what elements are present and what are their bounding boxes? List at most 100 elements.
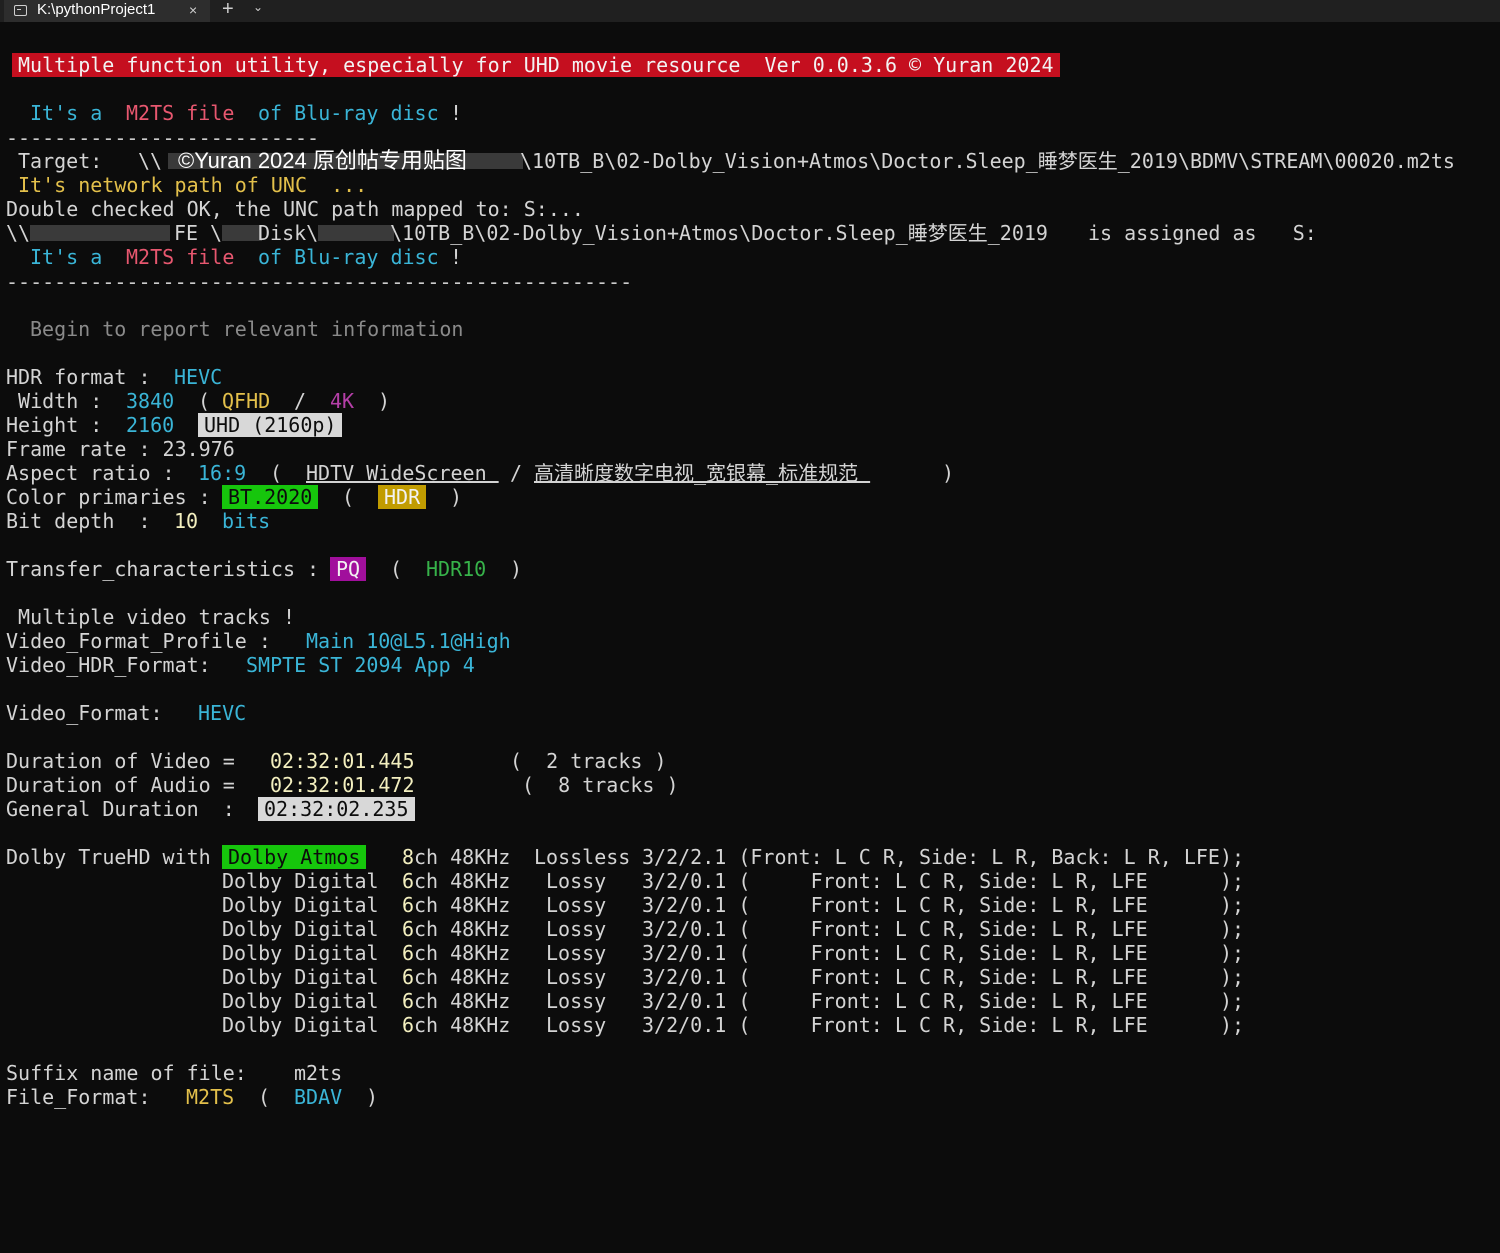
bit-depth-unit: bits — [222, 509, 271, 533]
color-primaries-badge: BT.2020 — [222, 485, 319, 509]
audio-compression: Lossy — [546, 941, 607, 965]
audio-codec: Dolby Digital — [222, 917, 379, 941]
audio-layout: 3/2/0.1 ( Front: L C R, Side: L R, LFE )… — [642, 941, 1245, 965]
audio-channels: 8 — [402, 845, 415, 869]
suffix-label: Suffix name of file: — [6, 1061, 247, 1085]
paren: ) — [366, 1085, 379, 1109]
video-format-value: HEVC — [198, 701, 247, 725]
audio-channels: 6 — [402, 917, 415, 941]
aspect-value: 16:9 — [198, 461, 247, 485]
suffix-line: Suffix name of file: m2ts — [6, 1061, 342, 1085]
height-line: Height : 2160 UHD (2160p) — [6, 413, 343, 437]
width-line: Width : 3840 ( QFHD / 4K ) — [6, 389, 390, 413]
paren: ( — [198, 389, 211, 413]
audio-codec-label: Dolby TrueHD with — [6, 845, 211, 869]
audio-layout: 3/2/0.1 ( Front: L C R, Side: L R, LFE )… — [642, 893, 1245, 917]
transfer-line: Transfer_characteristics : PQ ( HDR10 ) — [6, 557, 522, 581]
audio-codec: Dolby Digital — [222, 893, 379, 917]
redacted-region — [222, 225, 262, 241]
paren: ) — [942, 461, 955, 485]
audio-channel-info: ch 48KHz — [414, 845, 511, 869]
aspect-line: Aspect ratio : 16:9 ( HDTV WideScreen / … — [6, 461, 954, 485]
paren: ( — [270, 461, 283, 485]
duration-video-label: Duration of Video = — [6, 749, 235, 773]
file-format-container: BDAV — [294, 1085, 343, 1109]
close-tab-icon[interactable]: × — [189, 0, 197, 20]
duration-video-line: Duration of Video = 02:32:01.445 ( 2 tra… — [6, 749, 667, 773]
frame-rate-line: Frame rate : 23.976 — [6, 437, 235, 461]
target-line: Target: \\ ©Yuran 2024 原创帖专用贴图 \10TB_B\0… — [18, 149, 1455, 174]
audio-codec: Dolby Digital — [222, 989, 379, 1013]
paren: ) — [378, 389, 391, 413]
aspect-label: Aspect ratio : — [6, 461, 175, 485]
unc-ok-line: Double checked OK, the UNC path mapped t… — [6, 197, 584, 221]
audio-layout: 3/2/0.1 ( Front: L C R, Side: L R, LFE )… — [642, 917, 1245, 941]
paren: ) — [450, 485, 463, 509]
slash: / — [510, 461, 523, 485]
target-path: \10TB_B\02-Dolby_Vision+Atmos\Doctor.Sle… — [520, 149, 1455, 173]
duration-audio-line: Duration of Audio = 02:32:01.472 ( 8 tra… — [6, 773, 679, 797]
hdr-format-label: Video_HDR_Format: — [6, 653, 211, 677]
multiple-video-tracks: Multiple video tracks ! — [6, 605, 295, 629]
aspect-standard-en: HDTV WideScreen — [306, 461, 499, 485]
width-class: QFHD — [222, 389, 271, 413]
duration-audio-label: Duration of Audio = — [6, 773, 235, 797]
audio-track-row: Dolby TrueHD with Dolby Atmos 8 ch 48KHz… — [6, 845, 1244, 869]
audio-track-row: Dolby Digital 6 ch 48KHz Lossy 3/2/0.1 (… — [6, 869, 1244, 893]
new-tab-icon[interactable]: + — [222, 0, 234, 21]
hdr-format-value: SMPTE ST 2094 App 4 — [246, 653, 475, 677]
suffix-value: m2ts — [294, 1061, 343, 1085]
hdr-format-detail-line: Video_HDR_Format: SMPTE ST 2094 App 4 — [6, 653, 475, 677]
audio-track-row: Dolby Digital 6 ch 48KHz Lossy 3/2/0.1 (… — [6, 893, 1244, 917]
audio-codec: Dolby Digital — [222, 1013, 379, 1037]
audio-channel-info: ch 48KHz — [414, 989, 511, 1013]
audio-compression: Lossy — [546, 893, 607, 917]
audio-compression: Lossy — [546, 917, 607, 941]
audio-channel-info: ch 48KHz — [414, 965, 511, 989]
audio-track-row: Dolby Digital 6 ch 48KHz Lossy 3/2/0.1 (… — [6, 941, 1244, 965]
redacted-region — [30, 225, 170, 241]
height-value: 2160 — [126, 413, 175, 437]
duration-general-badge: 02:32:02.235 — [258, 797, 415, 821]
aspect-standard-zh: 高清晰度数字电视_宽银幕_标准规范 — [534, 461, 871, 485]
bit-depth-label: Bit depth : — [6, 509, 151, 533]
audio-layout: 3/2/0.1 ( Front: L C R, Side: L R, LFE )… — [642, 989, 1245, 1013]
duration-audio-value: 02:32:01.472 — [270, 773, 415, 797]
audio-track-row: Dolby Digital 6 ch 48KHz Lossy 3/2/0.1 (… — [6, 965, 1244, 989]
audio-layout: 3/2/0.1 ( Front: L C R, Side: L R, LFE )… — [642, 965, 1245, 989]
hdr-label: HDR format : — [6, 365, 151, 389]
audio-channels: 6 — [402, 965, 415, 989]
separator-long: ----------------------------------------… — [6, 270, 633, 294]
audio-channel-info: ch 48KHz — [414, 941, 511, 965]
file-check-text: It's a — [30, 101, 103, 125]
video-track-count: ( 2 tracks ) — [510, 749, 667, 773]
audio-layout: 3/2/0.1 ( Front: L C R, Side: L R, LFE )… — [642, 869, 1245, 893]
audio-channel-info: ch 48KHz — [414, 1013, 511, 1037]
transfer-label: Transfer_characteristics : — [6, 557, 320, 581]
banner-text: Multiple function utility, especially fo… — [12, 53, 1060, 77]
audio-compression: Lossy — [546, 869, 607, 893]
file-format-label: File_Format: — [6, 1085, 151, 1109]
atmos-badge: Dolby Atmos — [222, 845, 367, 869]
audio-track-row: Dolby Digital 6 ch 48KHz Lossy 3/2/0.1 (… — [6, 989, 1244, 1013]
tab-terminal[interactable]: K:\pythonProject1 × — [4, 0, 210, 22]
hdr-value: HEVC — [174, 365, 223, 389]
profile-value: Main 10@L5.1@High — [306, 629, 511, 653]
file-type-text: M2TS file — [126, 245, 235, 269]
duration-general-line: General Duration : 02:32:02.235 — [6, 797, 415, 821]
audio-channels: 6 — [402, 989, 415, 1013]
unc-part: FE — [174, 221, 199, 245]
disc-type-text: of Blu-ray disc — [258, 101, 439, 125]
audio-track-row: Dolby Digital 6 ch 48KHz Lossy 3/2/0.1 (… — [6, 1013, 1244, 1037]
profile-label: Video_Format_Profile : — [6, 629, 271, 653]
exclaim-text: ! — [450, 101, 463, 125]
bit-depth-line: Bit depth : 10 bits — [6, 509, 270, 533]
target-prefix: \\ — [138, 149, 163, 173]
audio-track-count: ( 8 tracks ) — [522, 773, 679, 797]
chevron-down-icon[interactable]: ⌄ — [253, 0, 263, 14]
audio-compression: Lossy — [546, 965, 607, 989]
redacted-region — [318, 225, 394, 241]
paren: ( — [342, 485, 355, 509]
tab-bar: K:\pythonProject1 × + ⌄ — [0, 0, 1500, 22]
watermark-text: ©Yuran 2024 原创帖专用贴图 — [178, 148, 467, 173]
